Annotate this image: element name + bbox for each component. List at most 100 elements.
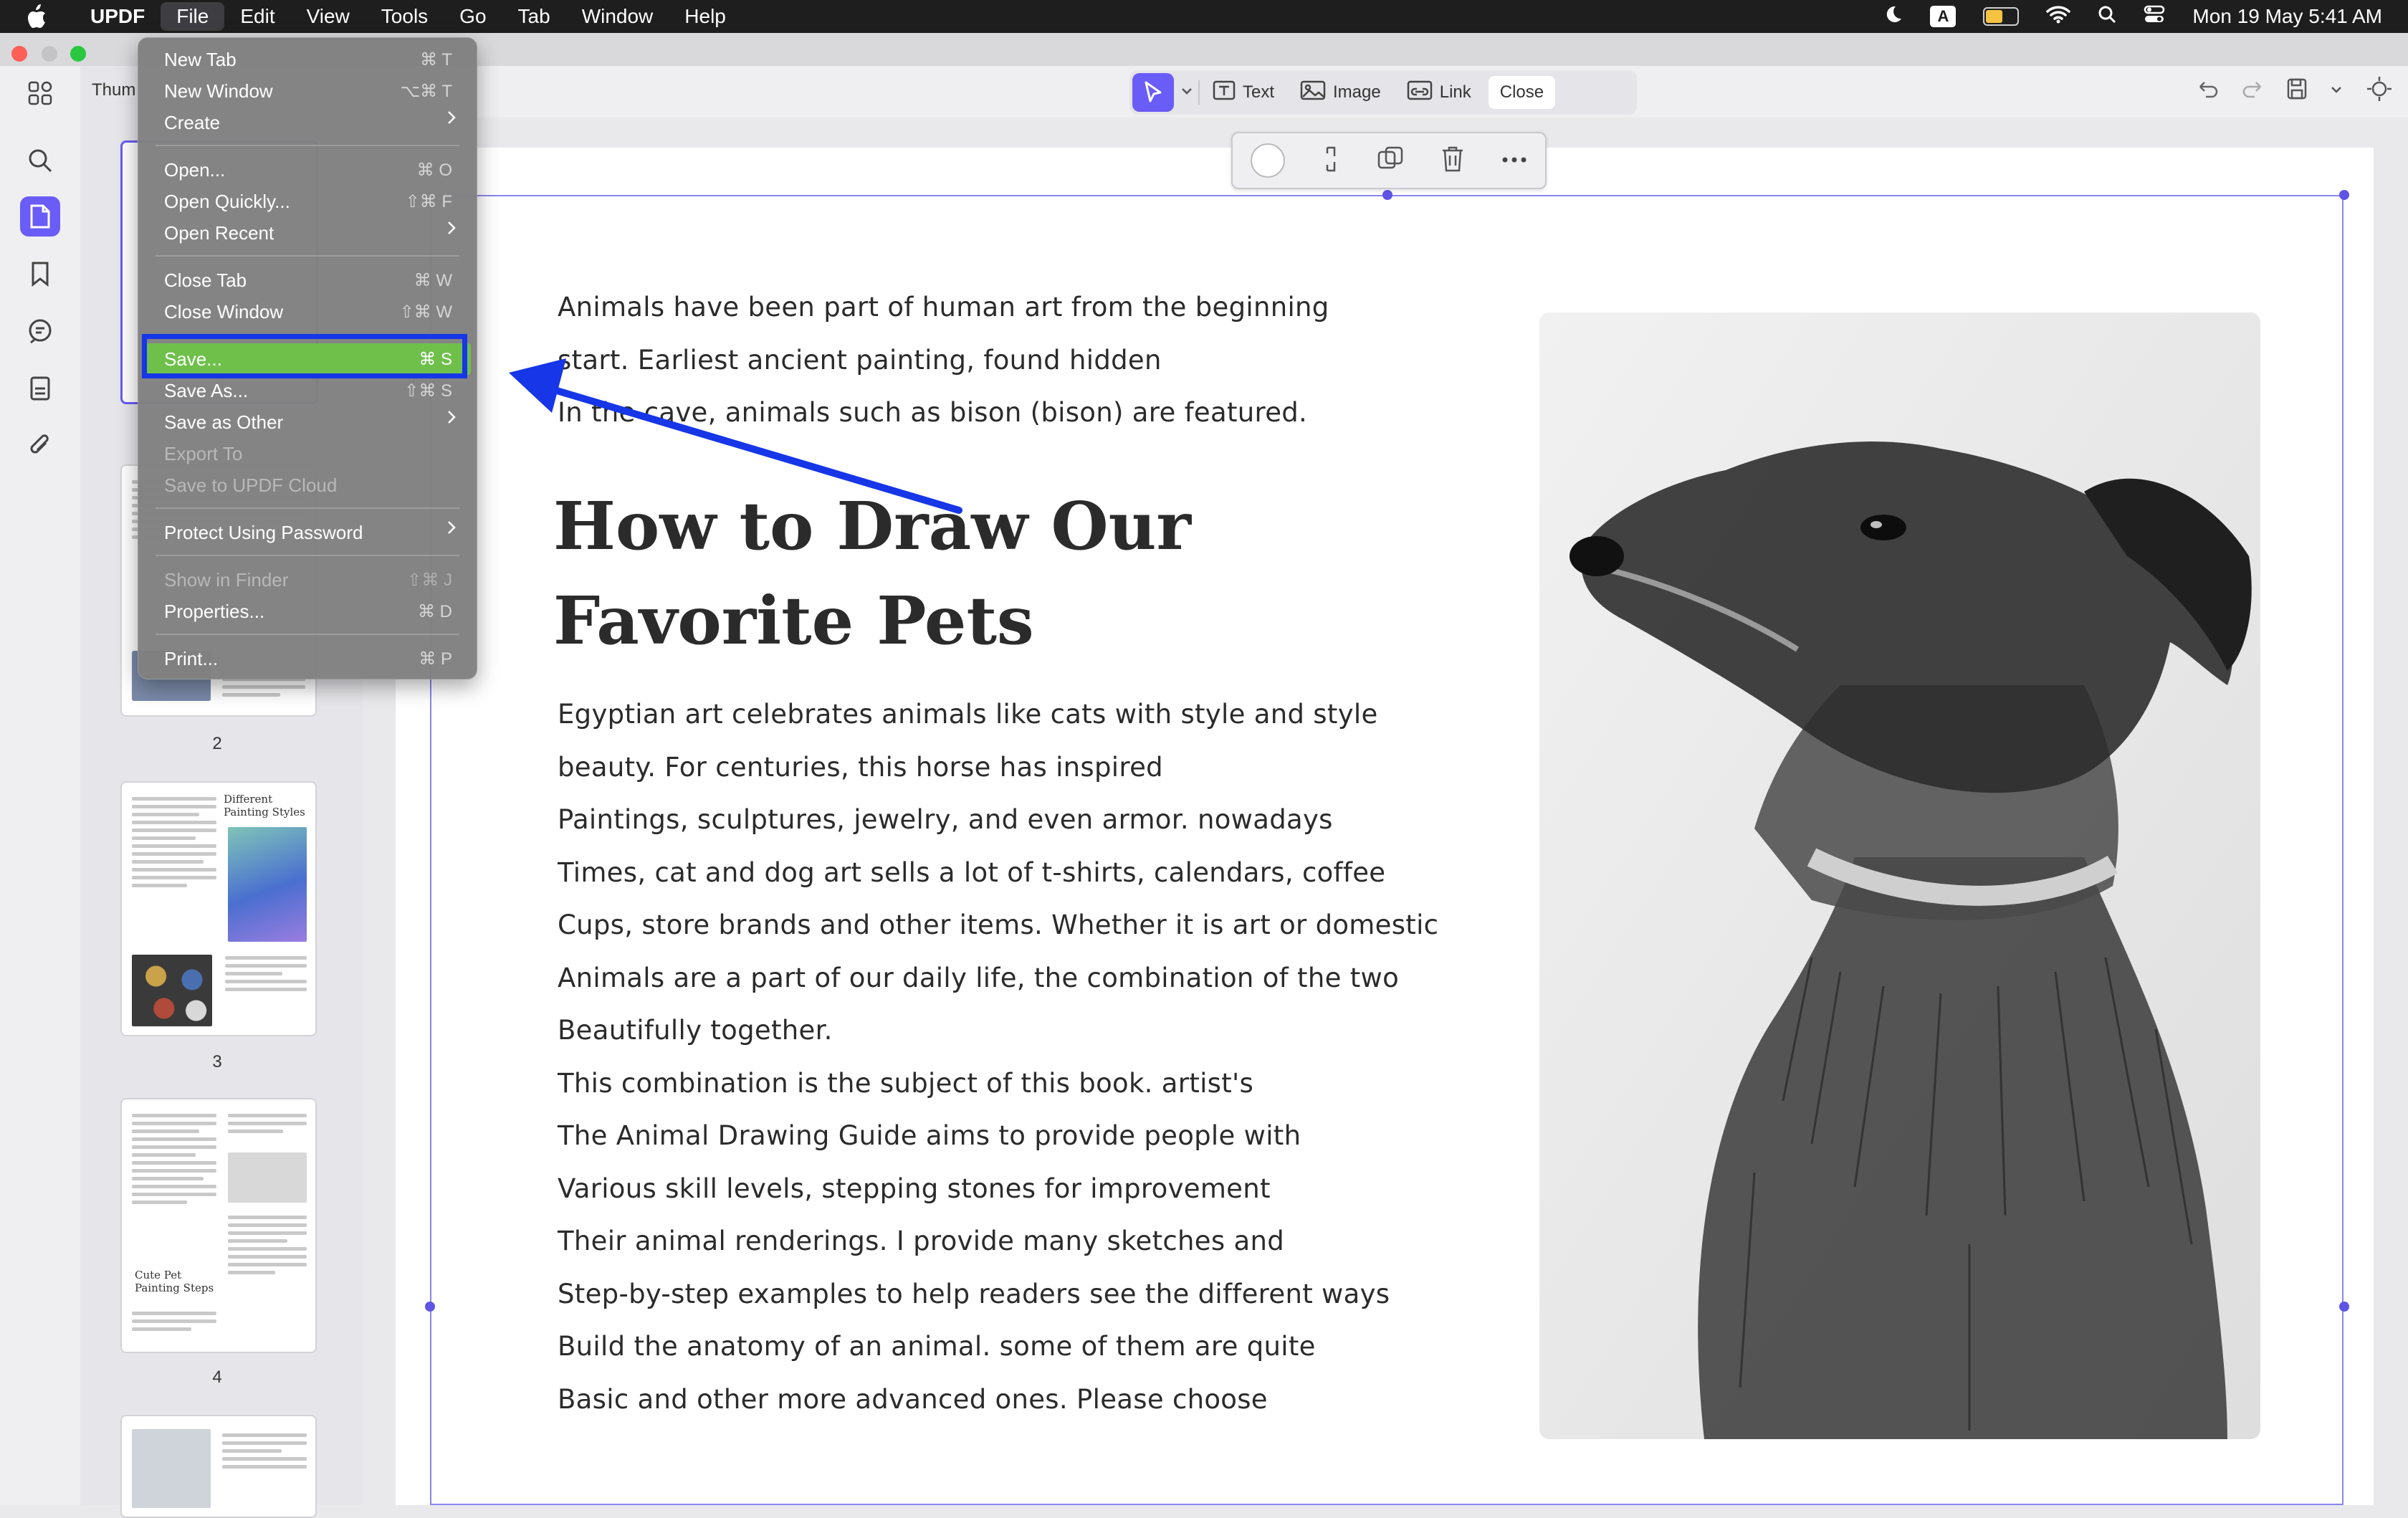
color-swatch-button[interactable] xyxy=(1251,143,1286,178)
menu-item-create[interactable]: Create xyxy=(144,107,471,138)
menu-item-open-quickly[interactable]: Open Quickly... ⇧⌘ F xyxy=(144,186,471,217)
select-tool-button[interactable] xyxy=(1132,73,1174,112)
menu-item-close-window[interactable]: Close Window ⇧⌘ W xyxy=(144,296,471,328)
menu-item-shortcut: ⇧⌘ F xyxy=(405,191,452,211)
dog-sketch-image[interactable] xyxy=(1539,312,2260,1439)
thumbnail-image xyxy=(132,1429,211,1508)
menu-help[interactable]: Help xyxy=(669,0,742,33)
save-document-icon[interactable] xyxy=(2286,77,2308,104)
apple-icon[interactable] xyxy=(26,4,54,29)
chevron-down-icon[interactable] xyxy=(2331,85,2342,97)
menu-item-shortcut: ⌘ T xyxy=(420,49,452,70)
menu-item-close-tab[interactable]: Close Tab ⌘ W xyxy=(144,264,471,296)
menu-item-new-tab[interactable]: New Tab ⌘ T xyxy=(144,44,471,75)
resize-handle[interactable] xyxy=(2339,1302,2349,1312)
add-link-button[interactable]: Link xyxy=(1394,73,1484,112)
page-heading[interactable]: How to Draw Our Favorite Pets xyxy=(553,479,1191,668)
text-line: Basic and other more advanced ones. Plea… xyxy=(558,1383,1268,1415)
text-line: In the cave, animals such as bison (biso… xyxy=(558,397,1308,428)
text-line: The Animal Drawing Guide aims to provide… xyxy=(558,1120,1301,1151)
menu-go[interactable]: Go xyxy=(444,0,502,33)
grid-apps-icon[interactable] xyxy=(20,73,60,113)
redo-icon[interactable] xyxy=(2242,80,2263,102)
menu-item-shortcut: ⌘ O xyxy=(416,160,452,180)
text-line: Step-by-step examples to help readers se… xyxy=(558,1278,1390,1309)
menu-bar: UPDF File Edit View Tools Go Tab Window … xyxy=(0,0,2408,33)
search-icon[interactable] xyxy=(20,140,60,181)
menu-item-open-recent[interactable]: Open Recent xyxy=(144,217,471,249)
window-zoom-button[interactable] xyxy=(70,46,86,62)
thumbnail-page-4[interactable]: Cute Pet Painting Steps xyxy=(120,1098,317,1353)
chevron-right-icon xyxy=(446,108,457,130)
attachment-icon[interactable] xyxy=(20,426,60,466)
menu-view[interactable]: View xyxy=(291,0,366,33)
menu-item-label: New Window xyxy=(164,80,273,102)
menu-item-label: Close Window xyxy=(164,300,284,323)
menu-item-save-to-cloud: Save to UPDF Cloud xyxy=(144,469,471,501)
chevron-down-icon[interactable] xyxy=(1181,86,1193,99)
menu-app-updf[interactable]: UPDF xyxy=(75,0,161,33)
comment-icon[interactable] xyxy=(20,311,60,351)
menu-tools[interactable]: Tools xyxy=(366,0,444,33)
resize-handle[interactable] xyxy=(425,1302,435,1312)
menu-item-label: Export To xyxy=(164,442,243,464)
menu-item-protect-password[interactable]: Protect Using Password xyxy=(144,517,471,548)
thumbnail-page-3[interactable]: Different Painting Styles xyxy=(120,781,317,1036)
menu-tab[interactable]: Tab xyxy=(502,0,566,33)
menu-item-print[interactable]: Print... ⌘ P xyxy=(144,643,471,674)
menu-edit[interactable]: Edit xyxy=(224,0,290,33)
resize-handle[interactable] xyxy=(2339,190,2349,200)
ai-assistant-icon[interactable] xyxy=(2365,75,2394,107)
menubar-clock[interactable]: Mon 19 May 5:41 AM xyxy=(2192,5,2382,28)
heading-line: How to Draw Our xyxy=(553,487,1191,565)
input-source-indicator[interactable]: A xyxy=(1930,6,1956,27)
menu-item-shortcut: ⌘ P xyxy=(419,649,452,669)
add-text-button[interactable]: Text xyxy=(1200,73,1287,112)
more-options-icon[interactable] xyxy=(1501,154,1527,167)
window-close-button[interactable] xyxy=(11,46,27,62)
menu-item-label: Create xyxy=(164,111,221,133)
menu-item-label: Open Quickly... xyxy=(164,190,290,212)
menu-item-new-window[interactable]: New Window ⌥⌘ T xyxy=(144,75,471,107)
add-text-label: Text xyxy=(1243,82,1275,102)
battery-icon[interactable] xyxy=(1983,7,2020,26)
moon-icon[interactable] xyxy=(1883,4,1903,29)
bookmark-icon[interactable] xyxy=(20,254,60,294)
text-line: Animals have been part of human art from… xyxy=(558,292,1329,323)
close-edit-button[interactable]: Close xyxy=(1488,76,1556,109)
menu-item-open[interactable]: Open... ⌘ O xyxy=(144,154,471,186)
menu-item-save-as[interactable]: Save As... ⇧⌘ S xyxy=(144,375,471,406)
duplicate-icon[interactable] xyxy=(1376,145,1405,177)
menu-item-shortcut: ⇧⌘ S xyxy=(404,381,452,401)
menu-item-label: Open... xyxy=(164,158,226,181)
image-tool-icon xyxy=(1300,80,1326,106)
trash-icon[interactable] xyxy=(1440,145,1465,177)
organize-pages-icon[interactable] xyxy=(20,368,60,409)
menu-item-label: Open Recent xyxy=(164,221,274,244)
add-image-button[interactable]: Image xyxy=(1287,73,1394,112)
undo-icon[interactable] xyxy=(2197,80,2219,102)
control-center-icon[interactable] xyxy=(2144,5,2165,29)
menu-item-show-in-finder: Show in Finder ⇧⌘ J xyxy=(144,564,471,596)
menu-item-properties[interactable]: Properties... ⌘ D xyxy=(144,596,471,627)
chevron-right-icon xyxy=(446,219,457,241)
text-line: Build the anatomy of an animal. some of … xyxy=(558,1331,1316,1362)
resize-handle[interactable] xyxy=(1382,190,1392,200)
body-paragraph[interactable]: Egyptian art celebrates animals like cat… xyxy=(558,688,1438,1426)
text-line: Various skill levels, stepping stones fo… xyxy=(558,1173,1271,1204)
menu-item-label: New Tab xyxy=(164,48,236,70)
menu-separator xyxy=(156,145,459,146)
window-minimize-button[interactable] xyxy=(42,46,57,62)
menu-file[interactable]: File xyxy=(161,2,225,31)
intro-paragraph[interactable]: Animals have been part of human art from… xyxy=(558,281,1329,439)
thumbnail-page-5[interactable] xyxy=(120,1415,317,1518)
menu-item-save-as-other[interactable]: Save as Other xyxy=(144,406,471,438)
wifi-icon[interactable] xyxy=(2046,5,2071,29)
heading-line: Favorite Pets xyxy=(553,582,1034,659)
page-edit-icon[interactable] xyxy=(20,196,60,237)
link-chain-icon[interactable] xyxy=(1322,145,1340,177)
menu-window[interactable]: Window xyxy=(566,0,669,33)
spotlight-search-icon[interactable] xyxy=(2098,5,2116,29)
menu-item-export-to: Export To xyxy=(144,438,471,469)
text-line: This combination is the subject of this … xyxy=(558,1067,1254,1099)
